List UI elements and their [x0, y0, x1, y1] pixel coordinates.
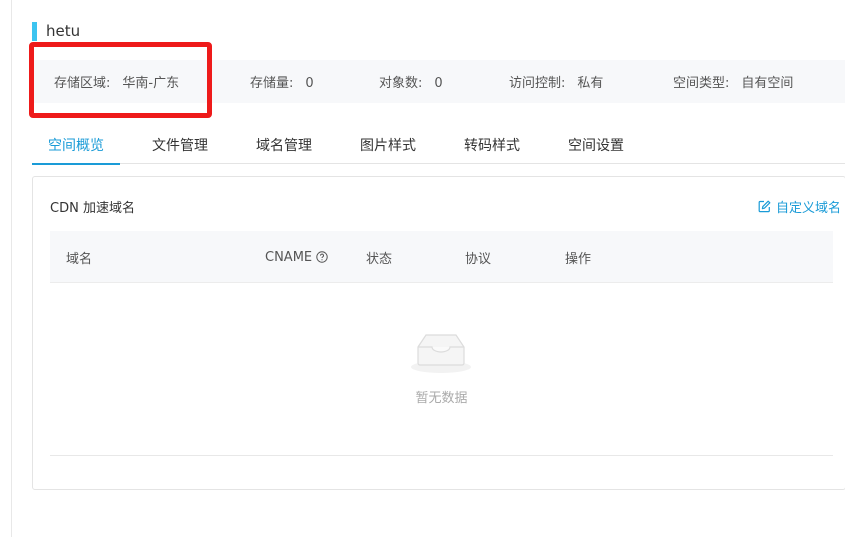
cdn-domain-card: CDN 加速域名 自定义域名 域名 CNAME 状态 协议 操作 暂无数据 — [32, 176, 845, 490]
info-access: 访问控制: 私有 — [509, 72, 603, 91]
info-region: 存储区域: 华南-广东 — [54, 72, 179, 91]
help-circle-icon[interactable] — [316, 251, 328, 263]
edit-icon — [758, 200, 771, 213]
info-access-value: 私有 — [577, 76, 604, 91]
cdn-table-header: 域名 CNAME 状态 协议 操作 — [50, 231, 833, 283]
column-actions: 操作 — [565, 251, 592, 267]
info-objects: 对象数: 0 — [379, 72, 443, 91]
info-objects-label: 对象数: — [379, 76, 423, 91]
info-region-label: 存储区域: — [54, 76, 111, 91]
empty-text: 暂无数据 — [415, 391, 468, 406]
cdn-card-title: CDN 加速域名 — [50, 201, 135, 216]
info-storage-value: 0 — [305, 76, 314, 91]
info-objects-value: 0 — [434, 76, 443, 91]
bucket-header: hetu — [32, 21, 80, 41]
info-space-type-label: 空间类型: — [673, 76, 730, 91]
column-status: 状态 — [366, 251, 393, 267]
custom-domain-button[interactable]: 自定义域名 — [758, 197, 841, 216]
info-space-type-value: 自有空间 — [741, 76, 794, 91]
column-cname: CNAME — [265, 231, 328, 283]
info-storage-label: 存储量: — [250, 76, 294, 91]
info-space-type: 空间类型: 自有空间 — [673, 72, 793, 91]
title-accent-bar — [32, 21, 37, 41]
empty-inbox-icon — [408, 331, 474, 379]
info-storage: 存储量: 0 — [250, 72, 314, 91]
tab-image-styles[interactable]: 图片样式 — [352, 126, 424, 164]
tab-transcode-styles[interactable]: 转码样式 — [456, 126, 528, 164]
bucket-info-strip: 存储区域: 华南-广东 存储量: 0 对象数: 0 访问控制: 私有 空间类型: 自有空间 — [32, 60, 845, 103]
column-domain: 域名 — [66, 251, 93, 267]
bucket-overview-page: hetu 存储区域: 华南-广东 存储量: 0 对象数: 0 访问控制: 私有 空间类型… — [11, 0, 845, 537]
tab-space-settings[interactable]: 空间设置 — [560, 126, 632, 164]
bucket-tabs: 空间概览 文件管理 域名管理 图片样式 转码样式 空间设置 — [32, 126, 845, 165]
custom-domain-label: 自定义域名 — [775, 201, 841, 216]
bucket-name: hetu — [46, 22, 81, 40]
info-access-label: 访问控制: — [509, 76, 566, 91]
cdn-empty-state: 暂无数据 — [50, 283, 833, 456]
tab-overview[interactable]: 空间概览 — [32, 126, 120, 165]
column-cname-label: CNAME — [265, 249, 313, 265]
column-protocol: 协议 — [465, 251, 492, 267]
tab-domain-management[interactable]: 域名管理 — [248, 126, 320, 164]
info-region-value: 华南-广东 — [122, 76, 180, 91]
tab-file-management[interactable]: 文件管理 — [144, 126, 216, 164]
